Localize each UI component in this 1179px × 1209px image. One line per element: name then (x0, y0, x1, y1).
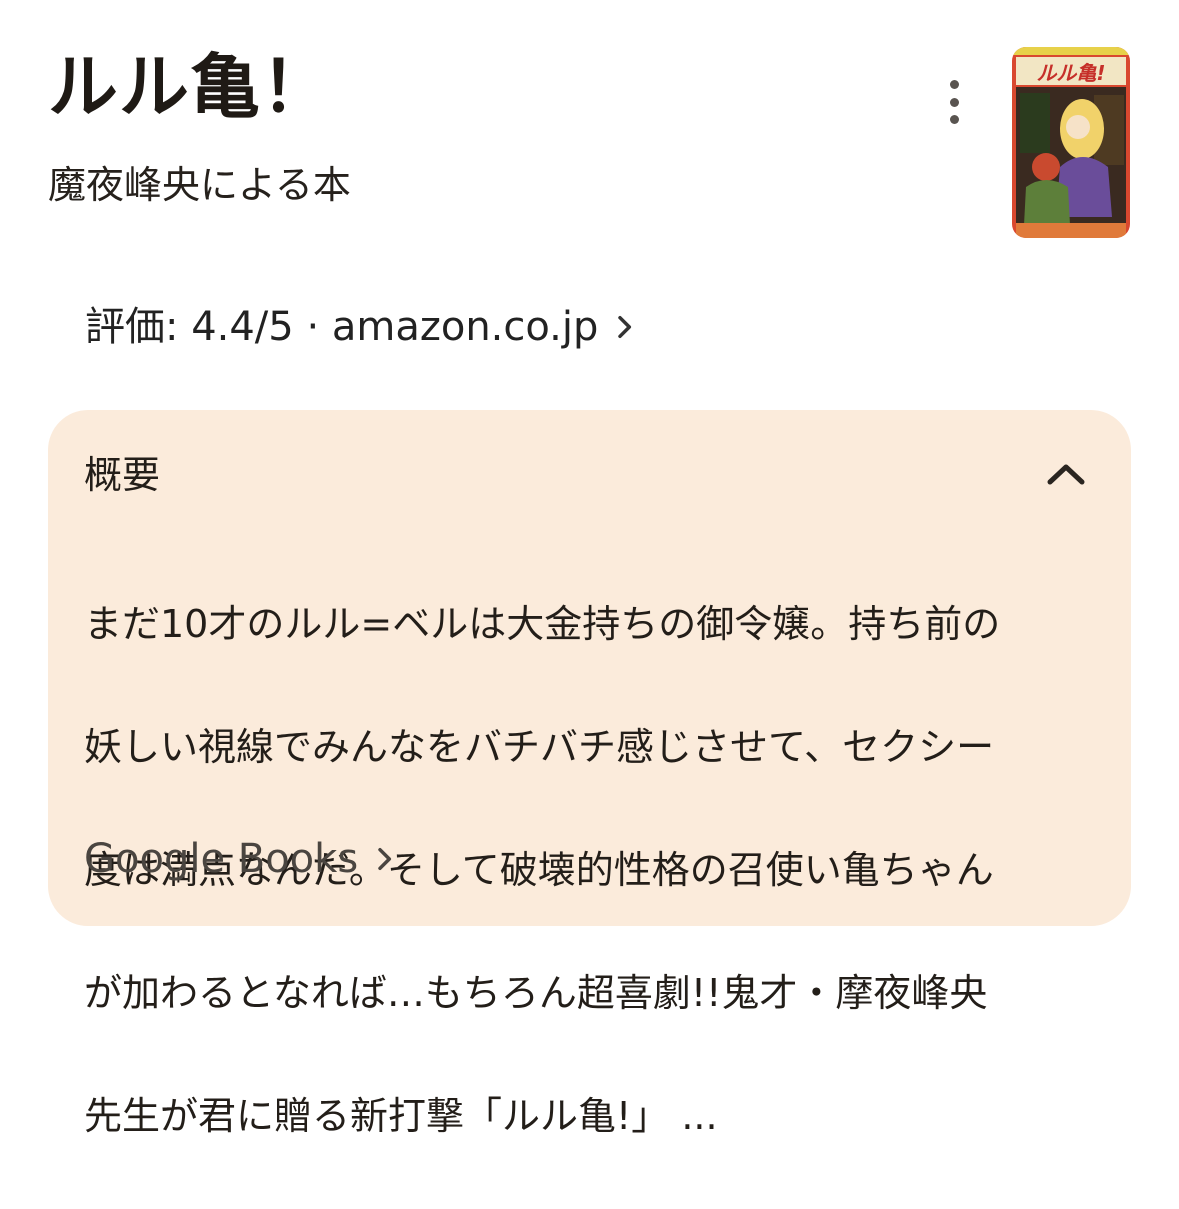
cover-title-text: ルル亀! (1036, 61, 1105, 85)
rating-source-link[interactable]: 評価: 4.4/5 · amazon.co.jp (85, 303, 640, 351)
book-cover-thumbnail[interactable]: ルル亀! (1012, 47, 1130, 238)
book-author-subtitle: 魔夜峰央による本 (48, 163, 351, 207)
overview-line: 妖しい視線でみんなをバチバチ感じさせて、セクシー (84, 724, 995, 769)
overview-line: が加わるとなれば…もちろん超喜劇!!鬼才・摩夜峰央 (84, 970, 988, 1015)
overview-line: 先生が君に贈る新打撃「ルル亀!」 ... (84, 1093, 718, 1138)
chevron-right-icon (618, 315, 632, 339)
rating-text: 評価: 4.4/5 · amazon.co.jp (85, 304, 599, 350)
overview-heading: 概要 (84, 453, 161, 497)
overview-line: まだ10才のルル=ベルは大金持ちの御令嬢。持ち前の (84, 601, 1001, 646)
collapse-overview-button[interactable] (1042, 454, 1090, 494)
book-cover-image: ルル亀! (1012, 47, 1130, 238)
google-books-label: Google Books (84, 836, 359, 882)
more-vertical-icon (949, 80, 959, 89)
overview-panel: 概要 まだ10才のルル=ベルは大金持ちの御令嬢。持ち前の 妖しい視線でみんなをバ… (48, 410, 1131, 1138)
book-title: ルル亀！ (48, 46, 332, 128)
chevron-up-icon (1047, 464, 1085, 485)
google-books-link[interactable]: Google Books (84, 833, 400, 885)
more-options-button[interactable] (934, 80, 974, 124)
chevron-right-icon (378, 847, 392, 871)
